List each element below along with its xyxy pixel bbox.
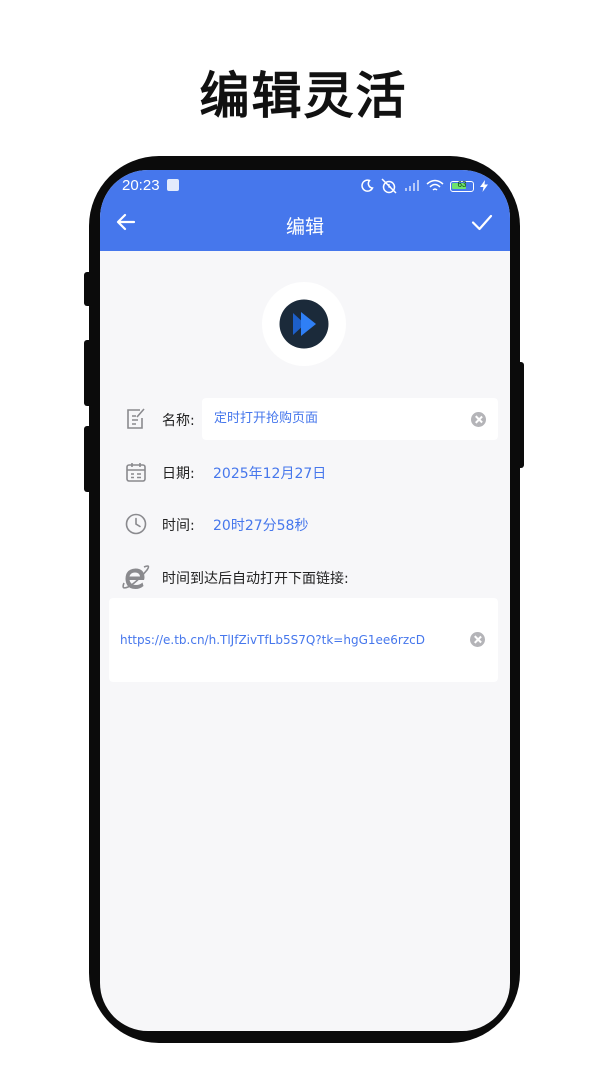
status-time: 20:23: [122, 177, 160, 194]
wrench-icon: [167, 179, 179, 191]
clear-link-button[interactable]: [470, 632, 485, 647]
date-label: 日期:: [162, 466, 195, 482]
page: 编辑灵活 20:23 63 编辑 名称: 定时打开抢购页面 日期: 2025年1…: [0, 0, 607, 1080]
name-input[interactable]: 定时打开抢购页面: [214, 398, 318, 440]
edit-note-icon: [127, 408, 145, 429]
play-forward-icon[interactable]: [278, 298, 330, 350]
page-title: 编辑: [285, 216, 324, 238]
name-label: 名称:: [162, 413, 195, 429]
charging-icon: [480, 180, 488, 192]
wifi-icon: [426, 179, 444, 191]
battery-percent: 63: [457, 179, 467, 189]
confirm-button[interactable]: [470, 210, 494, 234]
signal-icon: [405, 180, 419, 191]
headline: 编辑灵活: [199, 67, 408, 125]
phone-screen: 20:23 63 编辑 名称: 定时打开抢购页面 日期: 2025年12月27日…: [100, 170, 510, 1031]
calendar-icon: [126, 463, 146, 482]
alarm-off-icon: [381, 178, 397, 194]
time-value[interactable]: 20时27分58秒: [213, 515, 308, 535]
link-label: 时间到达后自动打开下面链接:: [162, 571, 349, 587]
battery-icon: 63: [450, 179, 474, 192]
time-label: 时间:: [162, 518, 195, 534]
link-field[interactable]: https://e.tb.cn/h.TlJfZivTfLb5S7Q?tk=hgG…: [109, 598, 498, 682]
name-field[interactable]: 定时打开抢购页面: [202, 398, 498, 440]
browser-e-icon: [122, 565, 150, 589]
clear-name-button[interactable]: [471, 412, 486, 427]
status-icons: 63: [360, 176, 488, 196]
clock-icon: [125, 513, 147, 535]
app-bar: 20:23 63 编辑: [100, 170, 510, 251]
link-input[interactable]: https://e.tb.cn/h.TlJfZivTfLb5S7Q?tk=hgG…: [120, 598, 425, 682]
moon-icon: [361, 179, 374, 192]
date-value[interactable]: 2025年12月27日: [213, 463, 326, 483]
